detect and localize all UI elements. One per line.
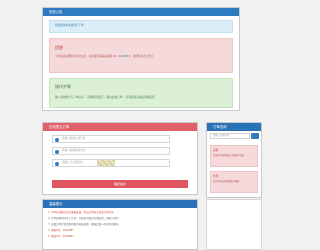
side-bottom-panel: [206, 199, 262, 250]
order-number-input[interactable]: 请输入您的订单号码: [52, 135, 170, 143]
side-search-button[interactable]: [251, 133, 259, 139]
notice-title: 系统公告: [43, 8, 239, 16]
tip-3: 3. 如遇订单异常请及时联系客服处理，客服会第一时间为您解决: [48, 223, 119, 226]
tips-title: 温馨提示: [43, 200, 197, 208]
shield-icon: [55, 161, 59, 166]
side-alert-2-text: 如长时间未处理请联系客服: [213, 180, 240, 183]
side-alert-2-title: 处理: [213, 175, 219, 178]
order-number-placeholder: 请输入您的订单号码: [62, 137, 86, 140]
contact-placeholder: 请输入您的联系方式: [62, 149, 86, 152]
contact-input[interactable]: 请输入您的联系方式: [52, 147, 170, 155]
tips-panel: 温馨提示 1. 下单前请确认信息准确无误，提交后将无法修改订单内容 2. 订单处…: [42, 199, 198, 250]
side-panel: 订单查询 请输入查询内容 提醒 查询订单前请确认号码填写正确 处理 如长时间未处…: [206, 122, 262, 198]
info-alert-text: 欢迎使用本系统进行下单: [55, 24, 84, 27]
captcha-image[interactable]: [97, 160, 115, 166]
warning-text-1: 下单前请仔细核对订单信息，如有疑问请联系客服 QQ:: [55, 55, 119, 58]
order-title: 在线提交订单: [43, 123, 197, 131]
warning-qq-link[interactable]: 1034687: [119, 55, 131, 58]
order-panel: 在线提交订单 请输入您的订单号码 请输入您的联系方式 请输入下方验证码 确定提交: [42, 122, 198, 195]
steps-title: 操作步骤: [55, 84, 71, 89]
notice-panel: 系统公告 欢迎使用本系统进行下单 提醒 下单前请仔细核对订单信息，如有疑问请联系…: [42, 7, 240, 111]
tip-5: 5. 客服QQ：2034687: [48, 235, 74, 238]
warning-text: 下单前请仔细核对订单信息，如有疑问请联系客服 QQ: 1034687，处理时间为…: [55, 55, 229, 59]
side-alert-1-text: 查询订单前请确认号码填写正确: [213, 154, 244, 157]
warning-text-2: ，处理时间为工作日: [130, 55, 154, 58]
user-icon: [55, 137, 59, 142]
side-alert-1-title: 提醒: [213, 149, 219, 152]
submit-button[interactable]: 确定提交: [52, 180, 188, 188]
side-title: 订单查询: [207, 123, 261, 131]
side-alert-2: 处理 如长时间未处理请联系客服: [210, 171, 258, 193]
tip-1: 1. 下单前请确认信息准确无误，提交后将无法修改订单内容: [48, 211, 114, 214]
warning-alert: 提醒 下单前请仔细核对订单信息，如有疑问请联系客服 QQ: 1034687，处理…: [49, 38, 233, 73]
steps-text: 输入查询账号与下单信息 → 选择服务项目 → 确认提交订单 → 等待处理完成后查…: [55, 96, 155, 99]
phone-icon: [55, 149, 59, 154]
side-alert-1: 提醒 查询订单前请确认号码填写正确: [210, 145, 258, 167]
side-search-input[interactable]: 请输入查询内容: [210, 133, 250, 139]
warning-title: 提醒: [55, 45, 63, 50]
steps-alert: 操作步骤 输入查询账号与下单信息 → 选择服务项目 → 确认提交订单 → 等待处…: [49, 78, 233, 108]
captcha-placeholder: 请输入下方验证码: [62, 161, 83, 164]
info-alert: 欢迎使用本系统进行下单: [49, 20, 233, 33]
tip-4: 4. 客服QQ：1034687: [48, 229, 74, 232]
captcha-input[interactable]: 请输入下方验证码: [52, 159, 170, 167]
tip-2: 2. 订单处理时间为工作日，节假日可能会有所延迟，请耐心等待: [48, 217, 119, 220]
